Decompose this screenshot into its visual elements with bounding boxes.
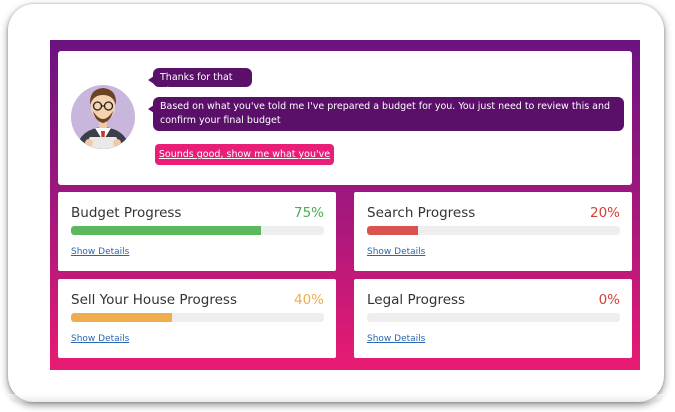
progress-bar <box>71 313 324 322</box>
progress-bar <box>367 226 620 235</box>
chat-message-2: Based on what you've told me I've prepar… <box>148 97 624 131</box>
progress-fill <box>71 226 261 235</box>
sell-house-progress-card: Sell Your House Progress 40% Show Detail… <box>58 279 336 358</box>
card-title: Budget Progress <box>71 205 182 221</box>
card-title: Search Progress <box>367 205 476 221</box>
show-details-link[interactable]: Show Details <box>71 334 129 344</box>
chat-message-1: Thanks for that Alan. <box>148 68 252 97</box>
card-percent: 20% <box>589 205 620 221</box>
card-percent: 75% <box>293 205 324 221</box>
progress-bar <box>71 226 324 235</box>
card-title: Legal Progress <box>367 292 466 308</box>
card-title: Sell Your House Progress <box>71 292 237 308</box>
show-details-link[interactable]: Show Details <box>367 247 425 257</box>
progress-bar <box>367 313 620 322</box>
legal-progress-card: Legal Progress 0% Show Details <box>354 279 632 358</box>
app-screen: Thanks for that Alan. Based on what you'… <box>50 40 640 370</box>
tablet-frame: Thanks for that Alan. Based on what you'… <box>8 4 664 402</box>
show-details-link[interactable]: Show Details <box>71 247 129 257</box>
card-percent: 0% <box>598 292 620 308</box>
chat-panel: Thanks for that Alan. Based on what you'… <box>58 51 632 185</box>
progress-fill <box>71 313 173 322</box>
search-progress-card: Search Progress 20% Show Details <box>354 192 632 271</box>
show-details-link[interactable]: Show Details <box>367 334 425 344</box>
reply-button[interactable]: Sounds good, show me what you've got! <box>155 144 334 181</box>
assistant-avatar-icon <box>71 85 135 149</box>
progress-fill <box>367 226 418 235</box>
card-percent: 40% <box>293 292 324 308</box>
budget-progress-card: Budget Progress 75% Show Details <box>58 192 336 271</box>
